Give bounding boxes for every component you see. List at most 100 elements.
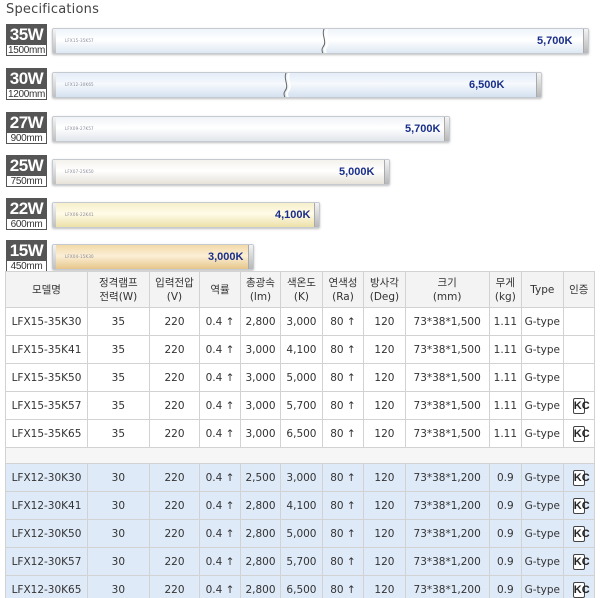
cell-deg: 120 [363, 363, 406, 392]
watt-label: 22W 600mm [6, 198, 47, 230]
cell-kg: 1.11 [488, 419, 523, 448]
column-header: Type [521, 271, 564, 308]
cell-deg: 120 [363, 419, 406, 448]
cell-volt: 220 [148, 519, 201, 548]
cell-size: 73*38*1,200 [404, 463, 490, 492]
length-value: 900mm [10, 133, 43, 144]
cell-ra: 80 ↑ [321, 491, 365, 520]
cell-k: 6,500 [280, 575, 323, 598]
tube-print: LFX09-27K57 [65, 126, 94, 131]
cell-deg: 120 [363, 519, 406, 548]
cell-ra: 80 ↑ [321, 419, 365, 448]
tube-print: LFX07-25K50 [65, 169, 94, 174]
table-row: LFX15-35K65 35 220 0.4 ↑ 3,000 6,500 80 ↑ 120 73… [5, 419, 596, 448]
length-break-icon [283, 73, 291, 97]
cell-kg: 1.11 [488, 391, 523, 420]
cell-cert: KC [562, 419, 596, 448]
cell-watt: 30 [86, 491, 150, 520]
column-header-text: (Deg) [369, 290, 400, 303]
cell-pf: 0.4 ↑ [199, 463, 241, 492]
watt-value: 15W [7, 241, 46, 261]
cell-k: 5,700 [280, 547, 323, 576]
lamp-row-15w: 15W 450mm LFX04-15K30 3,000K [6, 240, 596, 274]
cell-deg: 120 [363, 391, 406, 420]
lamp-tube-image: LFX15-35K57 5,700K [52, 28, 589, 54]
cell-volt: 220 [148, 363, 201, 392]
column-header: 총광속 (lm) [239, 271, 282, 308]
cell-kg: 1.11 [488, 363, 523, 392]
cell-watt: 35 [86, 363, 150, 392]
cell-pf: 0.4 ↑ [199, 307, 241, 336]
tube-print: LFX04-15K30 [65, 254, 94, 259]
watt-label: 27W 900mm [6, 112, 47, 144]
watt-value: 30W [7, 69, 46, 89]
table-row: LFX12-30K50 30 220 0.4 ↑ 2,800 5,000 80 ↑ 120 73… [5, 519, 596, 548]
cell-ra: 80 ↑ [321, 307, 365, 336]
cell-model: LFX15-35K30 [5, 307, 88, 336]
cell-cert [562, 335, 596, 364]
cell-model: LFX12-30K65 [5, 575, 88, 598]
kc-certification-icon: KC [572, 525, 590, 542]
cell-watt: 30 [86, 519, 150, 548]
lamp-tube-image: LFX12-30K65 6,500K [52, 72, 542, 98]
cell-lm: 2,800 [239, 491, 282, 520]
cell-ra: 80 ↑ [321, 391, 365, 420]
tube-end-cap [384, 160, 389, 184]
cell-pf: 0.4 ↑ [199, 491, 241, 520]
cell-pf: 0.4 ↑ [199, 519, 241, 548]
column-header: 색온도 (K) [280, 271, 323, 308]
cell-type: G-type [521, 307, 564, 336]
cell-ra: 80 ↑ [321, 575, 365, 598]
column-header-text: (V) [166, 290, 183, 303]
cell-kg: 0.9 [488, 519, 523, 548]
cell-model: LFX15-35K50 [5, 363, 88, 392]
lamp-row-25w: 25W 750mm LFX07-25K50 5,000K [6, 155, 596, 189]
cell-model: LFX15-35K41 [5, 335, 88, 364]
cell-type: G-type [521, 391, 564, 420]
lamp-tube-image: LFX04-15K30 3,000K [52, 244, 254, 270]
tube-end-cap [536, 73, 541, 97]
tube-end-cap [53, 203, 56, 227]
cell-type: G-type [521, 575, 564, 598]
length-value: 1200mm [7, 89, 46, 100]
cell-model: LFX15-35K65 [5, 419, 88, 448]
table-row: LFX12-30K65 30 220 0.4 ↑ 2,800 6,500 80 ↑ 120 73… [5, 575, 596, 598]
lamp-row-22w: 22W 600mm LFX06-22K41 4,100K [6, 198, 596, 232]
column-header-text: 연색성 [328, 276, 358, 289]
cell-ra: 80 ↑ [321, 547, 365, 576]
cell-kg: 1.11 [488, 307, 523, 336]
cell-model: LFX12-30K30 [5, 463, 88, 492]
cell-watt: 35 [86, 419, 150, 448]
cell-volt: 220 [148, 419, 201, 448]
separator-cell [5, 447, 595, 464]
table-row: LFX15-35K50 35 220 0.4 ↑ 3,000 5,000 80 ↑ 120 73… [5, 363, 596, 392]
cell-kg: 0.9 [488, 547, 523, 576]
cell-cert: KC [562, 519, 596, 548]
cell-size: 73*38*1,200 [404, 547, 490, 576]
cell-pf: 0.4 ↑ [199, 391, 241, 420]
color-temperature: 5,700K [405, 123, 441, 135]
cell-cert [562, 307, 596, 336]
tube-end-cap [53, 160, 56, 184]
cell-model: LFX12-30K57 [5, 547, 88, 576]
tube-end-cap [53, 73, 56, 97]
cell-k: 5,700 [280, 391, 323, 420]
tube-print: LFX06-22K41 [65, 212, 94, 217]
column-header-text: (Ra) [332, 290, 354, 303]
tube-end-cap [248, 245, 253, 269]
cell-kg: 0.9 [488, 491, 523, 520]
cell-volt: 220 [148, 547, 201, 576]
cell-lm: 3,000 [239, 363, 282, 392]
column-header: 인증 [562, 271, 596, 308]
lamp-tube-image: LFX07-25K50 5,000K [52, 159, 390, 185]
table-header-row: 모델명 정격램프 전력(W) 입력전압 (V) 역률 총광속 (lm) 색온도 (K) 연색성 (Ra… [5, 271, 596, 308]
cell-cert: KC [562, 575, 596, 598]
watt-label: 30W 1200mm [6, 68, 47, 100]
cell-size: 73*38*1,200 [404, 575, 490, 598]
watt-label: 25W 750mm [6, 155, 47, 187]
cell-pf: 0.4 ↑ [199, 547, 241, 576]
cell-size: 73*38*1,500 [404, 335, 490, 364]
length-value: 750mm [10, 176, 43, 187]
cell-watt: 30 [86, 463, 150, 492]
color-temperature: 5,700K [537, 35, 573, 47]
